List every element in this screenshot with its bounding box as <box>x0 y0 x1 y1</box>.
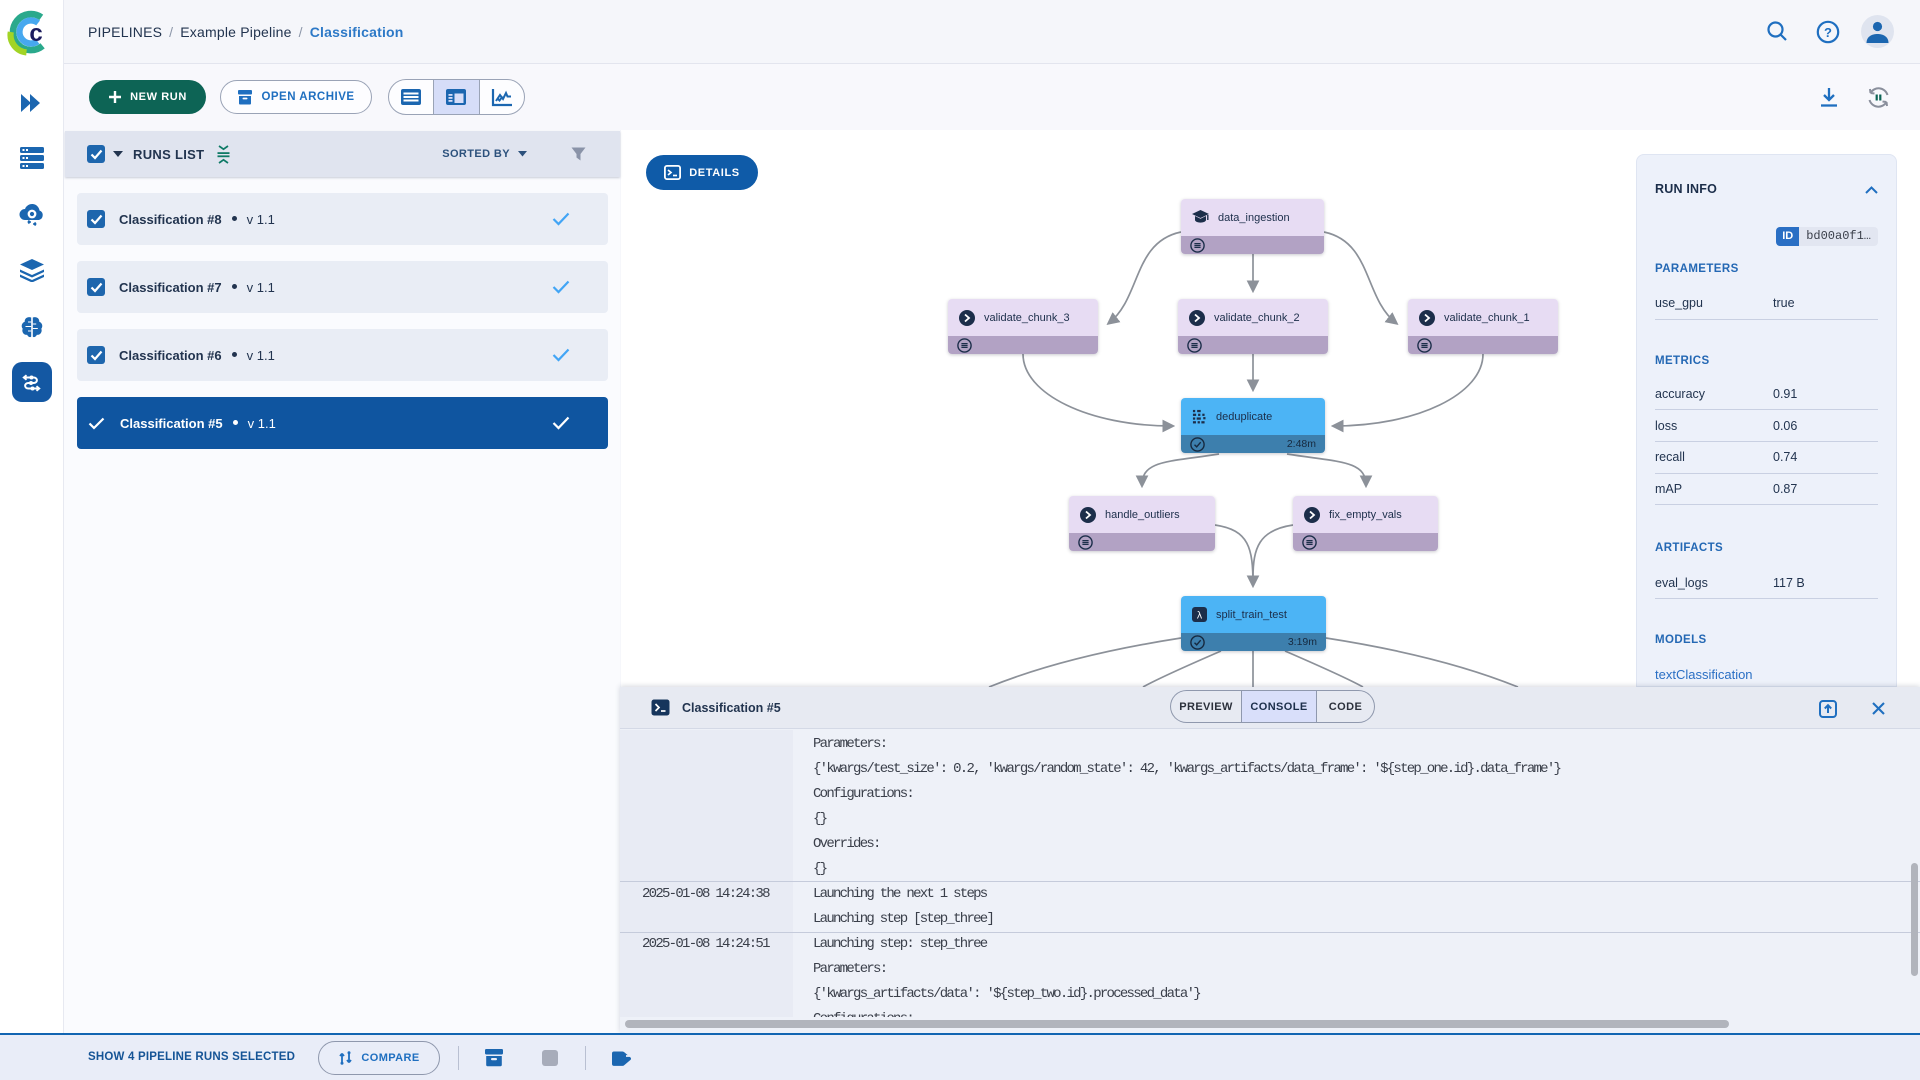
svg-text:λ: λ <box>1197 610 1203 622</box>
svg-text:c: c <box>29 20 42 47</box>
svg-text:?: ? <box>1824 25 1832 40</box>
